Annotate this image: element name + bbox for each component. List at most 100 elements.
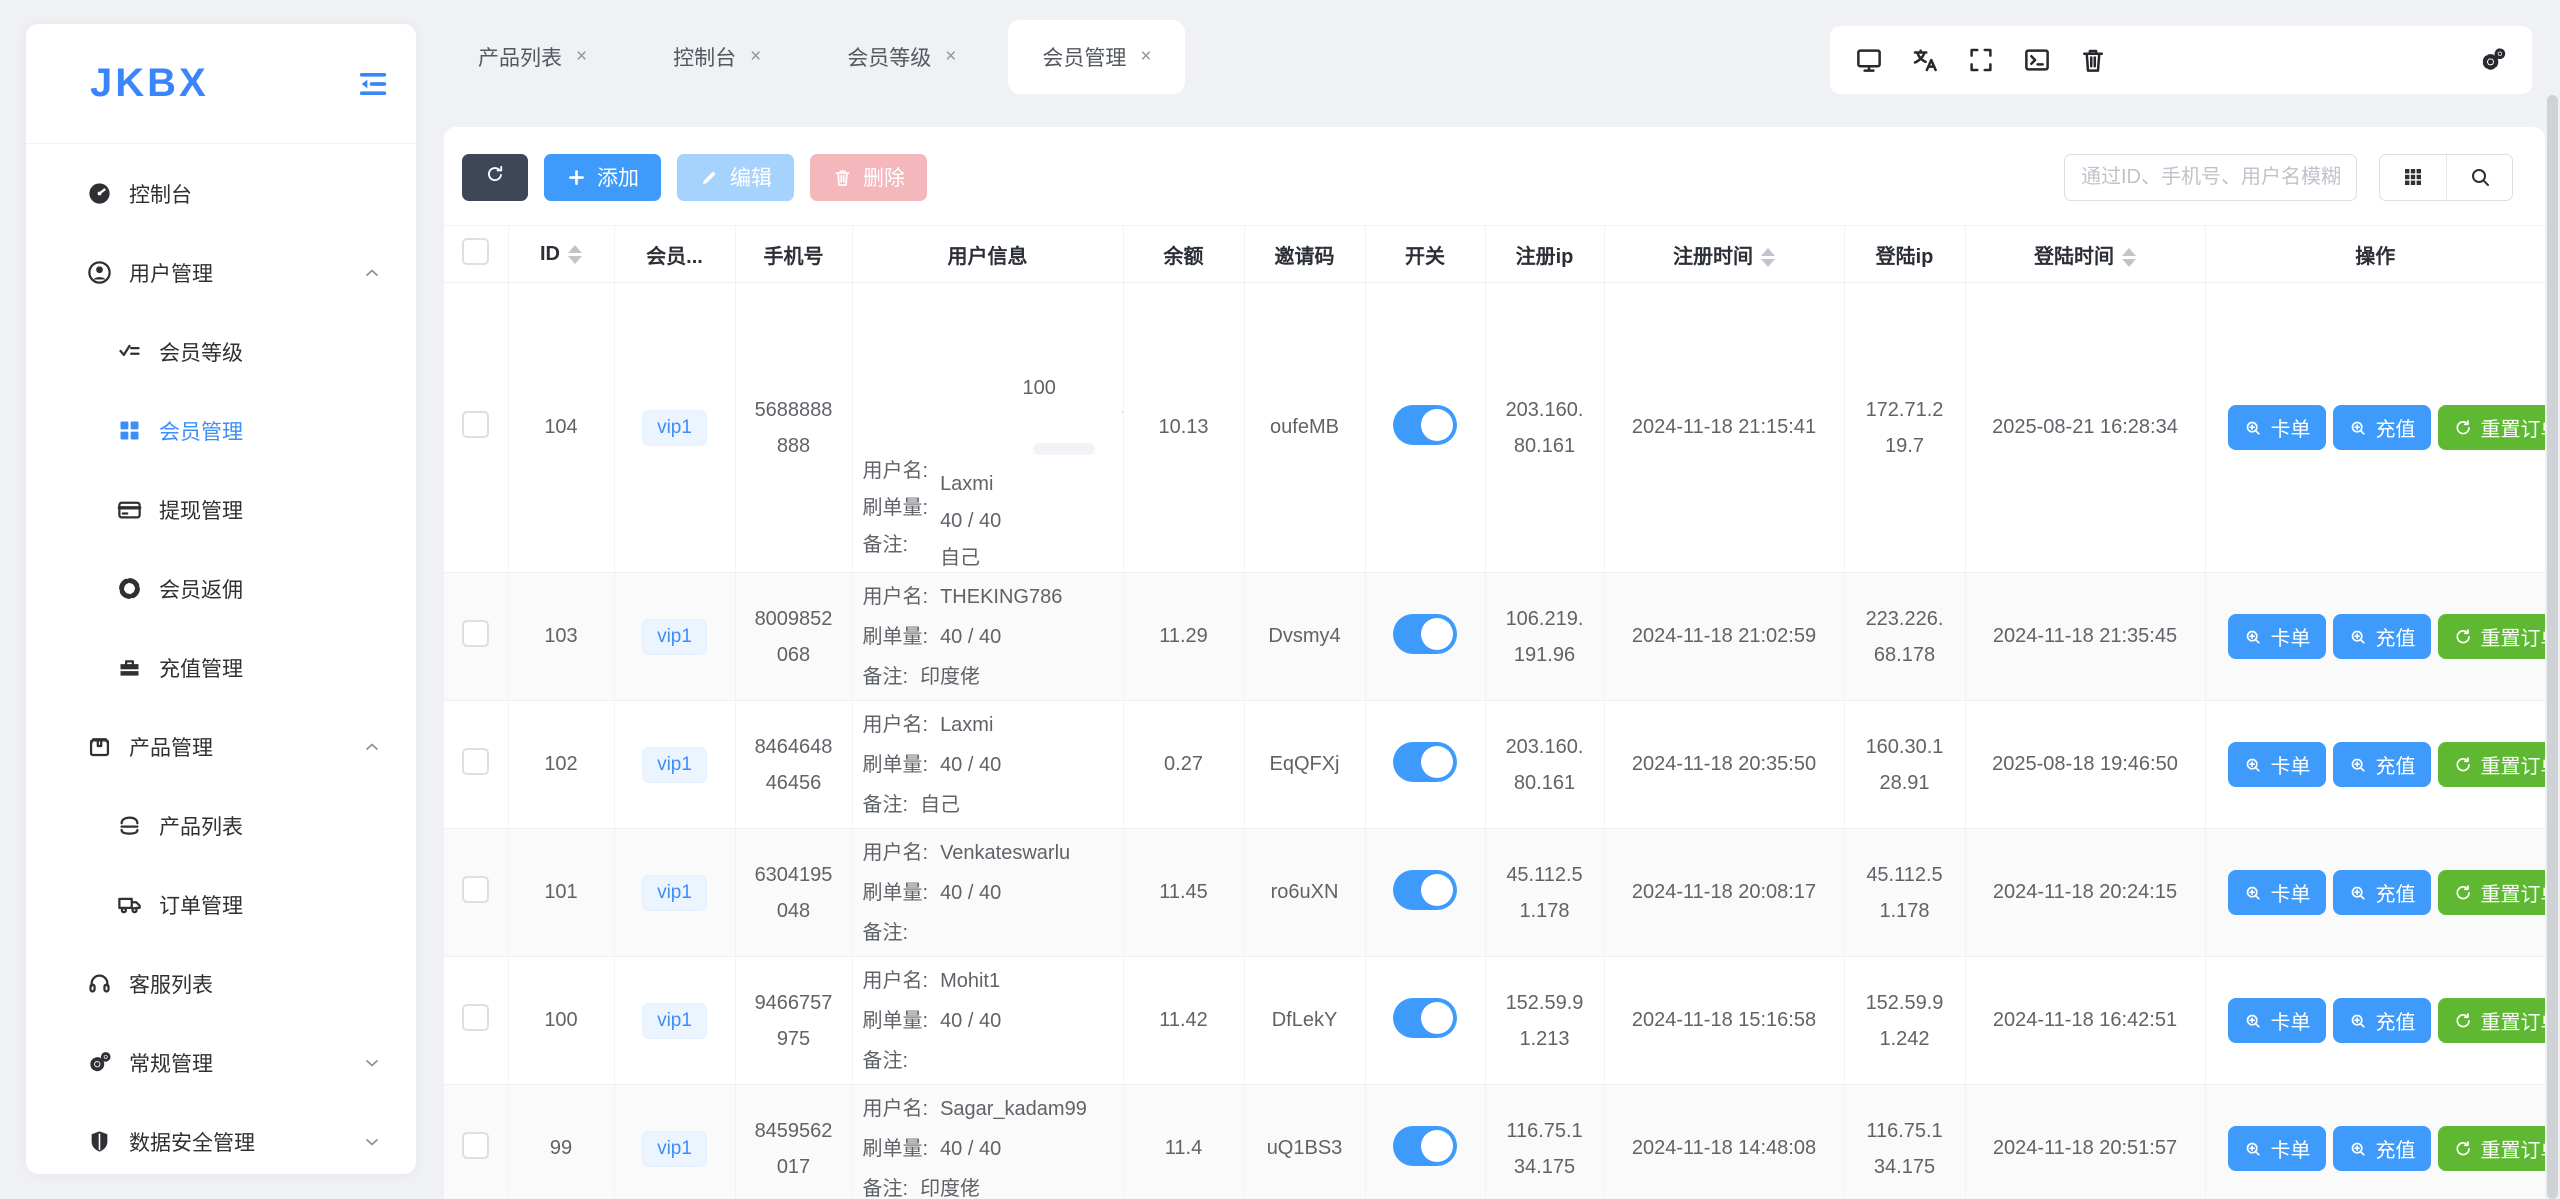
action-button-label: 卡单: [2271, 750, 2311, 779]
action-button-2[interactable]: 充值: [2333, 1126, 2431, 1171]
action-button-3[interactable]: 重置订单: [2438, 870, 2546, 915]
status-toggle[interactable]: [1393, 742, 1457, 782]
status-toggle[interactable]: [1393, 614, 1457, 654]
tab-label: 会员管理: [1042, 42, 1126, 72]
tab-close-icon[interactable]: ×: [945, 46, 956, 68]
column-header-reg_ip: 注册ip: [1485, 226, 1604, 283]
delete-button[interactable]: 删除: [810, 154, 927, 201]
tab-close-icon[interactable]: ×: [750, 46, 761, 68]
userinfo-extra-value: 100: [1023, 377, 1056, 400]
row-reg-time-cell: 2024-11-18 21:15:41: [1604, 283, 1844, 573]
status-toggle[interactable]: [1393, 870, 1457, 910]
action-button-3[interactable]: 重置订单: [2438, 405, 2546, 450]
status-toggle[interactable]: [1393, 998, 1457, 1038]
username-label: 用户名:: [863, 1098, 929, 1120]
sort-carets-icon[interactable]: [2122, 248, 2136, 267]
action-button-3[interactable]: 重置订单: [2438, 742, 2546, 787]
status-toggle[interactable]: [1393, 405, 1457, 445]
tab-3[interactable]: 会员等级×: [813, 20, 990, 94]
vertical-scrollbar[interactable]: [2547, 95, 2558, 1199]
row-phone-cell: 8459562 017: [735, 1085, 852, 1199]
settings-gear-icon[interactable]: [2478, 45, 2508, 75]
row-checkbox[interactable]: [462, 1004, 489, 1031]
search-button[interactable]: [2446, 155, 2512, 200]
reset-icon: [2453, 755, 2473, 775]
action-button-label: 卡单: [2271, 878, 2311, 907]
action-button-1[interactable]: 卡单: [2228, 1126, 2326, 1171]
sidebar-item-10[interactable]: 订单管理: [26, 865, 416, 944]
sidebar-item-8[interactable]: 产品管理: [26, 707, 416, 786]
row-select-cell: [444, 829, 508, 957]
sidebar-item-12[interactable]: 常规管理: [26, 1023, 416, 1102]
row-checkbox[interactable]: [462, 876, 489, 903]
action-button-3[interactable]: 重置订单: [2438, 1126, 2546, 1171]
add-button[interactable]: 添加: [544, 154, 661, 201]
username-value: Venkateswarlu: [940, 842, 1070, 864]
sort-carets-icon[interactable]: [568, 245, 582, 264]
sidebar-item-13[interactable]: 数据安全管理: [26, 1102, 416, 1174]
note-label: 备注:: [863, 527, 929, 564]
action-button-1[interactable]: 卡单: [2228, 870, 2326, 915]
terminal-icon[interactable]: [2022, 45, 2052, 75]
sidebar-item-label: 常规管理: [129, 1048, 213, 1078]
login-time: 2024-11-18 21:35:45: [1993, 625, 2177, 647]
monitor-icon[interactable]: [1854, 45, 1884, 75]
note-value: 印度佬: [920, 1178, 980, 1199]
edit-button-label: 编辑: [730, 162, 772, 192]
column-header-id[interactable]: ID: [508, 226, 614, 283]
row-checkbox[interactable]: [462, 411, 489, 438]
note-value: 印度佬: [920, 666, 980, 688]
sidebar-item-5[interactable]: 提现管理: [26, 470, 416, 549]
action-button-2[interactable]: 充值: [2333, 742, 2431, 787]
column-header-login_time[interactable]: 登陆时间: [1965, 226, 2205, 283]
action-button-2[interactable]: 充值: [2333, 998, 2431, 1043]
columns-grid-button[interactable]: [2380, 155, 2446, 200]
translate-icon[interactable]: [1910, 45, 1940, 75]
sidebar-item-11[interactable]: 客服列表: [26, 944, 416, 1023]
tab-1[interactable]: 产品列表×: [444, 20, 621, 94]
status-toggle[interactable]: [1393, 1126, 1457, 1166]
row-invite-cell: EqQFXj: [1244, 701, 1365, 829]
row-checkbox[interactable]: [462, 748, 489, 775]
row-login-time-cell: 2024-11-18 21:35:45: [1965, 573, 2205, 701]
register-ip: 203.160. 80.161: [1506, 736, 1584, 794]
column-header-reg_time[interactable]: 注册时间: [1604, 226, 1844, 283]
userinfo-line: 用户名:Venkateswarlu: [863, 833, 1117, 873]
action-button-3[interactable]: 重置订单: [2438, 614, 2546, 659]
sidebar-item-label: 客服列表: [129, 969, 213, 999]
column-label: ID: [540, 243, 560, 265]
sidebar-item-2[interactable]: 用户管理: [26, 233, 416, 312]
search-input[interactable]: [2064, 154, 2357, 201]
tab-4[interactable]: 会员管理 ×: [1008, 20, 1185, 94]
tab-close-icon[interactable]: ×: [576, 46, 587, 68]
action-button-label: 充值: [2376, 413, 2416, 442]
trash-icon[interactable]: [2078, 45, 2108, 75]
action-button-3[interactable]: 重置订单: [2438, 998, 2546, 1043]
action-button-label: 卡单: [2271, 1134, 2311, 1163]
refresh-button[interactable]: [462, 154, 528, 201]
sidebar-item-6[interactable]: 会员返佣: [26, 549, 416, 628]
action-button-2[interactable]: 充值: [2333, 614, 2431, 659]
sidebar-item-1[interactable]: 控制台: [26, 154, 416, 233]
sidebar-collapse-icon[interactable]: [356, 67, 390, 101]
action-button-2[interactable]: 充值: [2333, 405, 2431, 450]
tab-2[interactable]: 控制台×: [639, 20, 795, 94]
tab-close-icon[interactable]: ×: [1140, 46, 1151, 68]
sidebar-item-9[interactable]: 产品列表: [26, 786, 416, 865]
action-button-2[interactable]: 充值: [2333, 870, 2431, 915]
action-button-1[interactable]: 卡单: [2228, 405, 2326, 450]
sort-carets-icon[interactable]: [1761, 248, 1775, 267]
sidebar-item-7[interactable]: 充值管理: [26, 628, 416, 707]
delete-button-label: 删除: [863, 162, 905, 192]
action-button-1[interactable]: 卡单: [2228, 614, 2326, 659]
sidebar-item-3[interactable]: 会员等级: [26, 312, 416, 391]
action-button-1[interactable]: 卡单: [2228, 742, 2326, 787]
row-checkbox[interactable]: [462, 620, 489, 647]
action-button-1[interactable]: 卡单: [2228, 998, 2326, 1043]
fullscreen-icon[interactable]: [1966, 45, 1996, 75]
sidebar-item-4[interactable]: 会员管理: [26, 391, 416, 470]
reset-icon: [2453, 1011, 2473, 1031]
select-all-checkbox[interactable]: [462, 238, 489, 265]
edit-button[interactable]: 编辑: [677, 154, 794, 201]
row-checkbox[interactable]: [462, 1132, 489, 1159]
